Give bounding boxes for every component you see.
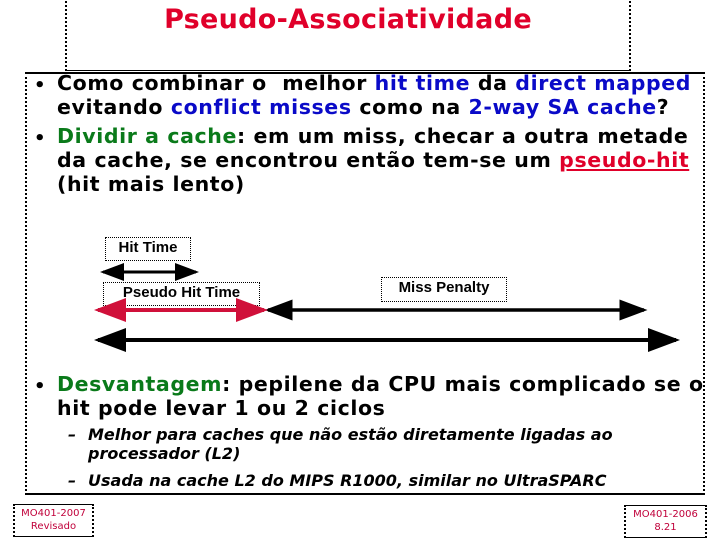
footer-left-line-1: MO401-2007 (21, 508, 86, 519)
footer-right-line-1: MO401-2006 (633, 509, 698, 520)
footer-right-box: MO401-2006 8.21 (624, 505, 707, 538)
footer-left-box: MO401-2007 Revisado (13, 504, 94, 537)
footer-right-line-2: 8.21 (654, 522, 677, 533)
footer-left-line-2: Revisado (30, 521, 77, 532)
diagram-arrows (94, 263, 680, 352)
